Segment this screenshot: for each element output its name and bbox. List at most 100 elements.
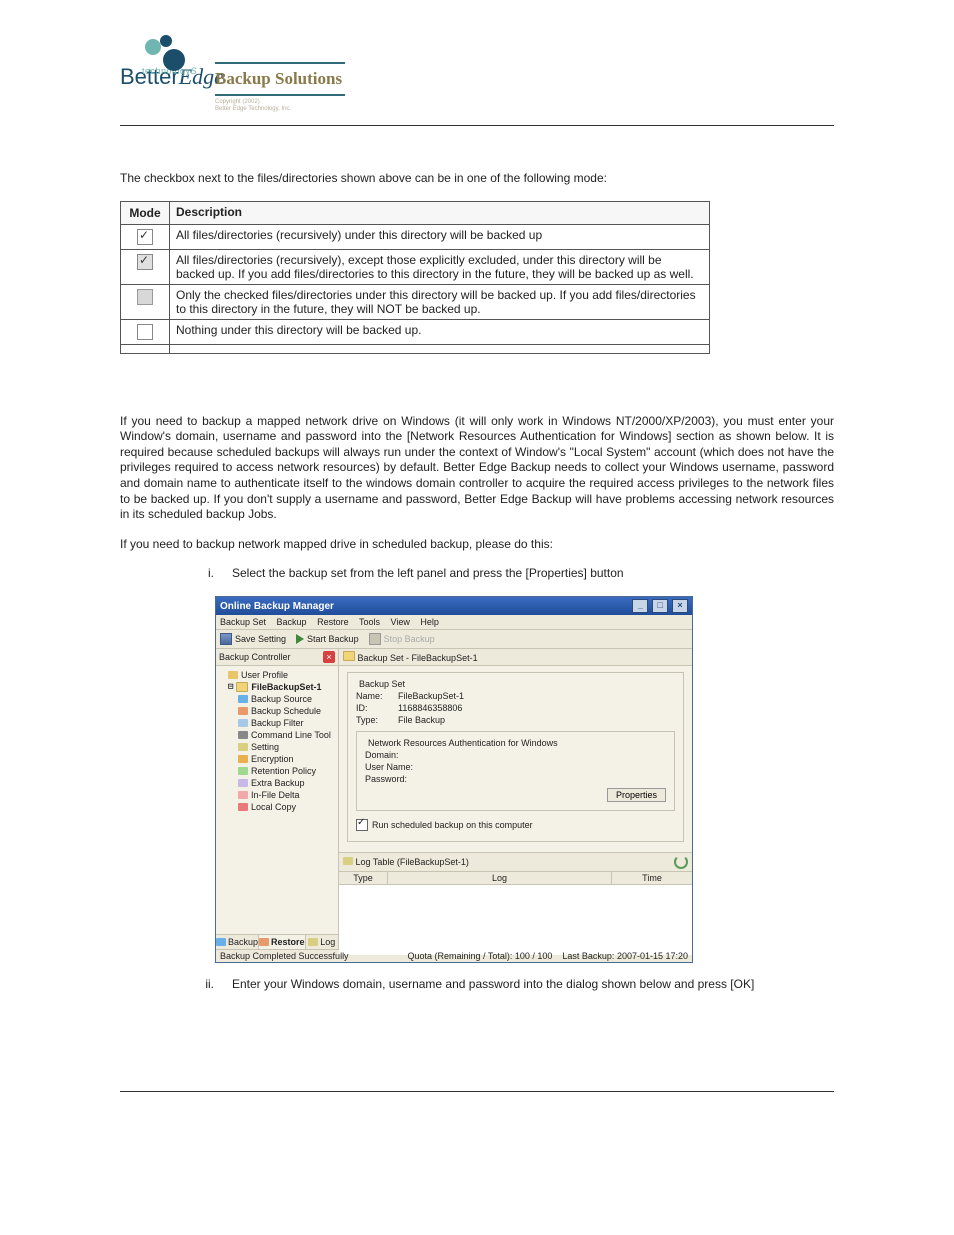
tree-node-setting[interactable]: Setting	[218, 741, 336, 753]
divider	[120, 125, 834, 126]
tree-node-backup-filter[interactable]: Backup Filter	[218, 717, 336, 729]
step-number: ii.	[184, 977, 214, 991]
label-type: Type:	[356, 715, 398, 725]
copyright-text: Copyright (2002) Better Edge Technology,…	[215, 99, 345, 113]
menu-help[interactable]: Help	[420, 617, 439, 627]
log-table-body	[339, 885, 692, 955]
save-icon	[220, 633, 232, 645]
checkbox-checked-icon	[137, 229, 153, 245]
delete-icon[interactable]: ×	[323, 651, 335, 663]
tree-node-backup-schedule[interactable]: Backup Schedule	[218, 705, 336, 717]
play-icon	[296, 634, 304, 644]
steps-intro: If you need to backup network mapped dri…	[120, 537, 834, 553]
intro-paragraph: The checkbox next to the files/directori…	[120, 171, 834, 187]
log-table-header: Log Table (FileBackupSet-1)	[339, 852, 692, 872]
tree-node-infile-delta[interactable]: In-File Delta	[218, 789, 336, 801]
log-icon	[308, 938, 318, 946]
status-message: Backup Completed Successfully	[220, 951, 349, 961]
group-legend: Network Resources Authentication for Win…	[365, 738, 561, 748]
label-name: Name:	[356, 691, 398, 701]
run-scheduled-label: Run scheduled backup on this computer	[372, 820, 533, 830]
refresh-icon[interactable]	[674, 855, 688, 869]
panel-title: Backup Set - FileBackupSet-1	[339, 649, 692, 666]
left-panel: Backup Controller × User Profile ⊟FileBa…	[216, 649, 339, 949]
status-bar: Backup Completed Successfully Quota (Rem…	[216, 949, 692, 962]
start-backup-button[interactable]: Start Backup	[296, 633, 359, 645]
list-item: ii. Enter your Windows domain, username …	[184, 977, 834, 991]
window-titlebar[interactable]: Online Backup Manager _ □ ×	[216, 597, 692, 615]
menu-backup-set[interactable]: Backup Set	[220, 617, 266, 627]
product-title: Backup Solutions	[215, 64, 345, 94]
window-title: Online Backup Manager	[220, 601, 334, 612]
status-last-backup: Last Backup: 2007-01-15 17:20	[562, 951, 688, 961]
right-panel: Backup Set - FileBackupSet-1 Backup Set …	[339, 649, 692, 949]
tree-node-retention[interactable]: Retention Policy	[218, 765, 336, 777]
restore-icon	[259, 938, 269, 946]
tree-node-encryption[interactable]: Encryption	[218, 753, 336, 765]
label-id: ID:	[356, 703, 398, 713]
checkbox-checked-grey-icon	[137, 254, 153, 270]
properties-button[interactable]: Properties	[607, 788, 666, 802]
brand-logo: BetterEdge technologyS	[120, 35, 224, 76]
mode-description: Nothing under this directory will be bac…	[170, 319, 710, 344]
table-row: All files/directories (recursively) unde…	[121, 224, 710, 249]
col-header-mode: Mode	[121, 201, 170, 224]
step-text: Enter your Windows domain, username and …	[232, 977, 834, 991]
col-log[interactable]: Log	[388, 872, 612, 884]
menu-view[interactable]: View	[390, 617, 409, 627]
retention-icon	[238, 767, 248, 775]
tab-restore[interactable]: Restore	[259, 935, 306, 949]
app-screenshot: Online Backup Manager _ □ × Backup Set B…	[215, 596, 693, 963]
logo-circle-icon	[163, 49, 185, 71]
window-controls[interactable]: _ □ ×	[631, 599, 688, 613]
menu-tools[interactable]: Tools	[359, 617, 380, 627]
network-paragraph: If you need to backup a mapped network d…	[120, 414, 834, 523]
tree-node-local-copy[interactable]: Local Copy	[218, 801, 336, 813]
tree-node-extra-backup[interactable]: Extra Backup	[218, 777, 336, 789]
group-legend: Backup Set	[356, 679, 408, 689]
tab-backup[interactable]: Backup	[216, 935, 259, 949]
label-domain: Domain:	[365, 750, 399, 760]
value-type: File Backup	[398, 715, 445, 725]
run-scheduled-checkbox[interactable]	[356, 819, 368, 831]
folder-icon	[343, 651, 355, 661]
stop-icon	[369, 633, 381, 645]
tree-node-command-line[interactable]: Command Line Tool	[218, 729, 336, 741]
label-username: User Name:	[365, 762, 413, 772]
folder-icon	[236, 682, 248, 692]
menu-restore[interactable]: Restore	[317, 617, 349, 627]
tree-node-user-profile[interactable]: User Profile	[218, 669, 336, 681]
setting-icon	[238, 743, 248, 751]
save-setting-button[interactable]: Save Setting	[220, 633, 286, 645]
left-tabs[interactable]: Backup Restore Log	[216, 934, 338, 949]
value-id: 1168846358806	[398, 703, 462, 713]
stop-backup-button: Stop Backup	[369, 633, 435, 645]
tab-log[interactable]: Log	[306, 935, 338, 949]
status-quota: Quota (Remaining / Total): 100 / 100	[407, 951, 552, 961]
steps-list-cont: ii. Enter your Windows domain, username …	[184, 977, 834, 991]
steps-list: i. Select the backup set from the left p…	[184, 566, 834, 580]
list-item: i. Select the backup set from the left p…	[184, 566, 834, 580]
user-icon	[228, 671, 238, 679]
cli-icon	[238, 731, 248, 739]
menubar[interactable]: Backup Set Backup Restore Tools View Hel…	[216, 615, 692, 630]
logo-circle-icon	[145, 39, 161, 55]
minimize-icon[interactable]: _	[632, 599, 648, 613]
mode-description: Only the checked files/directories under…	[170, 284, 710, 319]
table-row: All files/directories (recursively), exc…	[121, 249, 710, 284]
close-icon[interactable]: ×	[672, 599, 688, 613]
backup-icon	[216, 938, 226, 946]
table-row	[121, 344, 710, 353]
tree-node-backup-source[interactable]: Backup Source	[218, 693, 336, 705]
mode-description: All files/directories (recursively), exc…	[170, 249, 710, 284]
tree-view[interactable]: User Profile ⊟FileBackupSet-1 Backup Sou…	[216, 666, 338, 934]
filter-icon	[238, 719, 248, 727]
col-type[interactable]: Type	[339, 872, 388, 884]
source-icon	[238, 695, 248, 703]
step-text: Select the backup set from the left pane…	[232, 566, 834, 580]
tree-node-backup-set[interactable]: ⊟FileBackupSet-1	[218, 681, 336, 693]
col-time[interactable]: Time	[612, 872, 692, 884]
menu-backup[interactable]: Backup	[277, 617, 307, 627]
maximize-icon[interactable]: □	[652, 599, 668, 613]
table-row: Nothing under this directory will be bac…	[121, 319, 710, 344]
